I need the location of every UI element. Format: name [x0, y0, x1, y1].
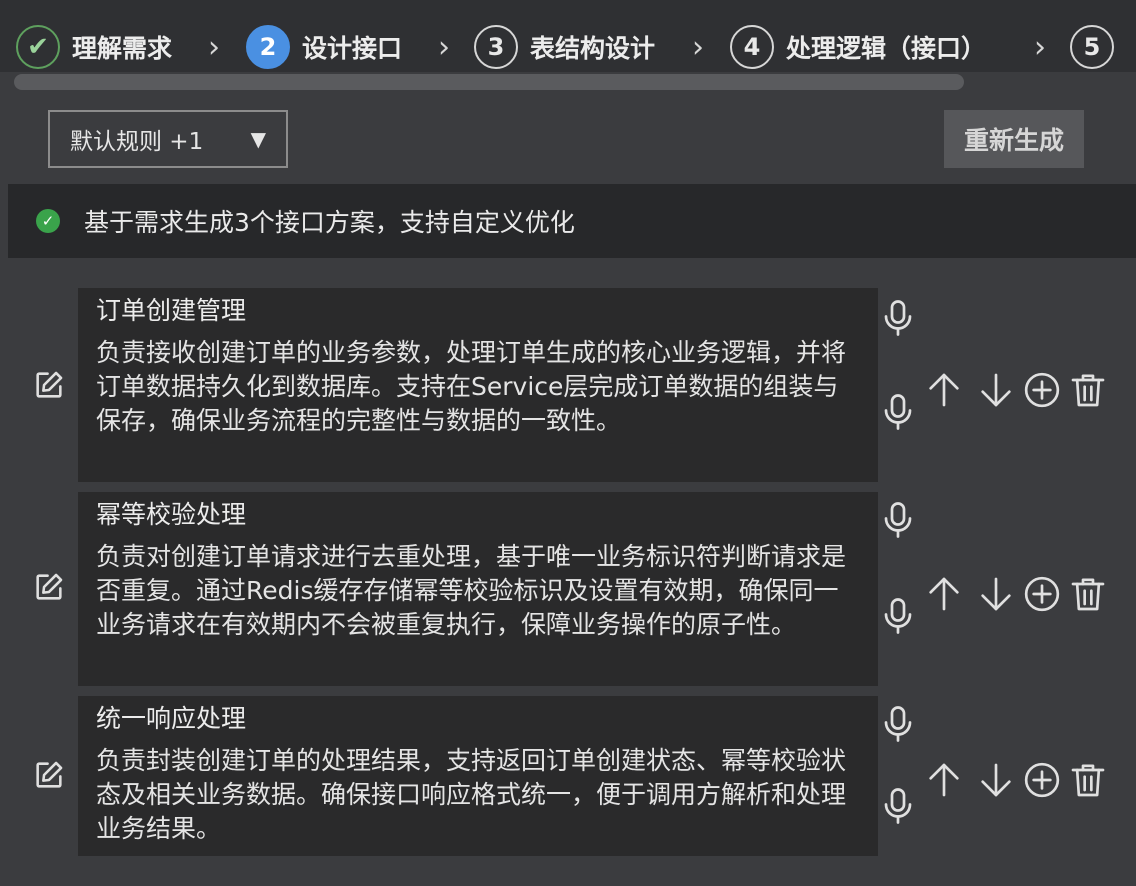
microphone-icon[interactable]: [880, 786, 916, 826]
microphone-icon[interactable]: [880, 596, 916, 636]
step-1[interactable]: ✔ 理解需求: [16, 22, 172, 72]
check-circle-icon: ✓: [36, 209, 60, 233]
step-number: 5: [1070, 25, 1114, 69]
chevron-right-icon: ›: [1034, 30, 1046, 65]
step-4[interactable]: 4 处理逻辑（接口）: [730, 22, 986, 72]
interface-title: 统一响应处理: [96, 704, 247, 733]
step-2[interactable]: 2 设计接口: [246, 22, 402, 72]
add-circle-icon[interactable]: [1022, 370, 1062, 410]
microphone-icon[interactable]: [880, 704, 916, 744]
step-label: 处理逻辑（接口）: [786, 34, 987, 63]
status-bar: ✓ 基于需求生成3个接口方案，支持自定义优化: [8, 184, 1136, 258]
step-number: 2: [246, 25, 290, 69]
step-label: 表结构设计: [530, 34, 656, 63]
add-circle-icon[interactable]: [1022, 760, 1062, 800]
edit-icon[interactable]: [32, 570, 66, 604]
chevron-right-icon: ›: [438, 30, 450, 65]
arrow-up-icon[interactable]: [924, 370, 964, 410]
check-icon: ✔: [16, 25, 60, 69]
chevron-right-icon: ›: [692, 30, 704, 65]
step-label: 理解需求: [72, 34, 173, 63]
edit-icon[interactable]: [32, 368, 66, 402]
rules-select[interactable]: 默认规则 +1 ▼: [48, 110, 288, 168]
arrow-down-icon[interactable]: [976, 574, 1016, 614]
arrow-up-icon[interactable]: [924, 760, 964, 800]
step-navigation: ✔ 理解需求 › 2 设计接口 › 3 表结构设计 › 4 处理逻辑（接口） ›…: [0, 0, 1136, 72]
rules-select-value: 默认规则 +1: [70, 129, 204, 155]
trash-icon[interactable]: [1068, 370, 1108, 410]
step-5[interactable]: 5: [1070, 22, 1126, 72]
step-label: 设计接口: [302, 34, 403, 63]
microphone-icon[interactable]: [880, 500, 916, 540]
interface-card[interactable]: 订单创建管理 负责接收创建订单的业务参数，处理订单生成的核心业务逻辑，并将订单数…: [78, 288, 878, 482]
arrow-up-icon[interactable]: [924, 574, 964, 614]
add-circle-icon[interactable]: [1022, 574, 1062, 614]
edit-icon[interactable]: [32, 758, 66, 792]
interface-card[interactable]: 幂等校验处理 负责对创建订单请求进行去重处理，基于唯一业务标识符判断请求是否重复…: [78, 492, 878, 686]
caret-down-icon: ▼: [250, 127, 266, 151]
interface-card[interactable]: 统一响应处理 负责封装创建订单的处理结果，支持返回订单创建状态、幂等校验状态及相…: [78, 696, 878, 856]
chevron-right-icon: ›: [208, 30, 220, 65]
interface-title: 订单创建管理: [96, 296, 247, 325]
step-number: 4: [730, 25, 774, 69]
microphone-icon[interactable]: [880, 298, 916, 338]
microphone-icon[interactable]: [880, 392, 916, 432]
regenerate-button[interactable]: 重新生成: [944, 110, 1084, 168]
interface-description: 负责封装创建订单的处理结果，支持返回订单创建状态、幂等校验状态及相关业务数据。确…: [96, 746, 847, 843]
interface-title: 幂等校验处理: [96, 500, 247, 529]
arrow-down-icon[interactable]: [976, 370, 1016, 410]
trash-icon[interactable]: [1068, 574, 1108, 614]
interface-description: 负责对创建订单请求进行去重处理，基于唯一业务标识符判断请求是否重复。通过Redi…: [96, 542, 847, 639]
step-number: 3: [474, 25, 518, 69]
trash-icon[interactable]: [1068, 760, 1108, 800]
arrow-down-icon[interactable]: [976, 760, 1016, 800]
interface-list: 订单创建管理 负责接收创建订单的业务参数，处理订单生成的核心业务逻辑，并将订单数…: [8, 258, 1136, 886]
interface-description: 负责接收创建订单的业务参数，处理订单生成的核心业务逻辑，并将订单数据持久化到数据…: [96, 338, 847, 435]
horizontal-scrollbar[interactable]: [14, 74, 964, 90]
status-text: 基于需求生成3个接口方案，支持自定义优化: [84, 208, 575, 237]
step-3[interactable]: 3 表结构设计: [474, 22, 655, 72]
